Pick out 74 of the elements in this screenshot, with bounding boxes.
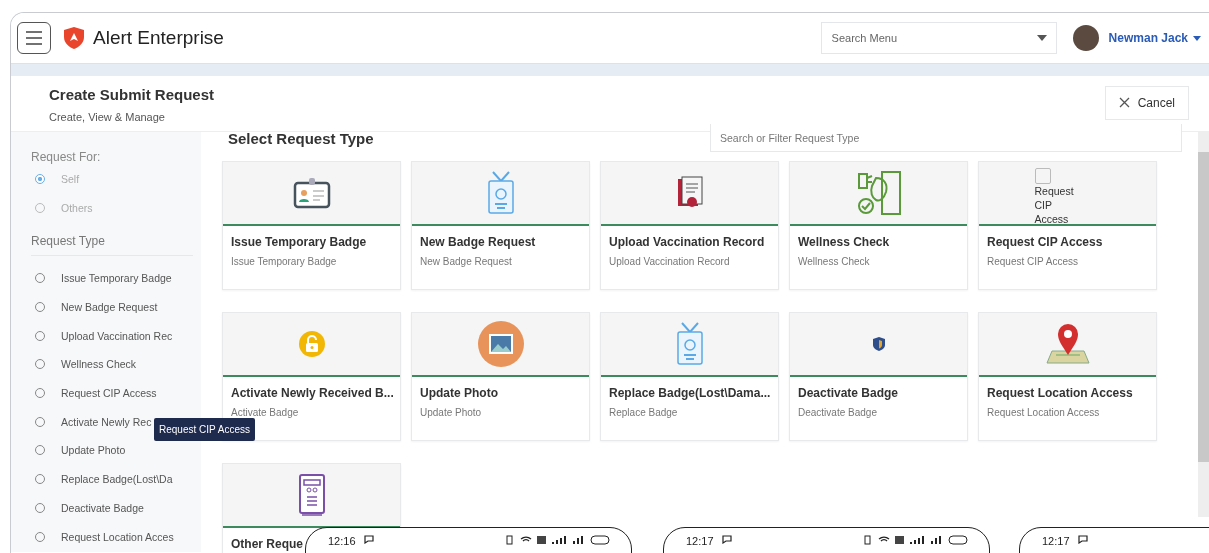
card-subtitle: Replace Badge [609,407,679,418]
radio-option[interactable]: Upload Vaccination Rec [31,321,201,351]
lock-icon [297,330,326,358]
request-type-card[interactable]: Update Photo Update Photo [411,312,590,441]
radio-option[interactable]: Wellness Check [31,350,201,379]
id-badge-icon [675,322,704,366]
id-badge-icon [486,171,515,215]
card-subtitle: Update Photo [420,407,483,418]
card-title: Deactivate Badge [798,386,899,400]
card-subtitle: Issue Temporary Badge [231,256,338,267]
request-type-card[interactable]: New Badge Request New Badge Request [411,161,590,290]
image-icon [477,321,524,367]
card-subtitle: Deactivate Badge [798,407,878,418]
request-type-card[interactable]: Wellness Check Wellness Check [789,161,968,290]
card-title: Wellness Check [798,235,890,249]
radio-option[interactable]: Request Location Acces [31,522,201,551]
card-subtitle: Wellness Check [798,256,871,267]
phone-time: 12:17 [686,535,714,547]
caret-icon [1193,35,1201,41]
menu-button[interactable] [17,22,51,54]
page-subtitle: Create, View & Manage [49,111,166,123]
image-alt-text: Request CIP Access [1034,184,1075,226]
request-type-card[interactable]: Replace Badge(Lost\Dama... Replace Badge [600,312,779,441]
section-title: Select Request Type [228,129,374,147]
shield-icon [871,336,886,352]
card-title: Other Reque [231,537,303,551]
card-title: Request Location Access [987,386,1133,400]
message-icon [1077,535,1088,544]
caret-icon [1036,35,1047,41]
app-name: Alert Enterprise [93,27,224,49]
cancel-button[interactable]: Cancel [1104,85,1189,120]
card-title: Update Photo [420,386,498,400]
card-subtitle: Upload Vaccination Record [609,256,731,267]
wellness-check-icon [855,170,902,216]
phone-time: 12:17 [1042,535,1070,547]
request-type-card[interactable]: Request CIP Access Request CIP Access Request CIP Access [978,161,1157,290]
request-type-card[interactable]: Request Location Access Request Location Access [978,312,1157,441]
message-icon [721,535,732,544]
card-subtitle: Request Location Access [987,407,1101,418]
section-label: Request Type [31,234,193,256]
request-type-card[interactable]: Upload Vaccination Record Upload Vaccination Record [600,161,779,290]
user-menu[interactable]: Newman Jack [1108,31,1201,45]
card-title: Issue Temporary Badge [231,235,367,249]
radio-option[interactable]: Request CIP Access [31,378,201,408]
shield-logo-icon [63,26,85,50]
radio-option[interactable]: Deactivate Badge [31,493,201,523]
request-type-card[interactable]: Deactivate Badge Deactivate Badge [789,312,968,441]
card-title: New Badge Request [420,235,536,249]
phone-time: 12:16 [328,535,356,547]
card-subtitle: New Badge Request [420,256,513,267]
filter-search-field[interactable]: Search or Filter Request Type [710,124,1182,152]
request-type-card[interactable]: Issue Temporary Badge Issue Temporary Badge [222,161,401,290]
menu-icon [25,31,43,45]
card-subtitle: Activate Badge [231,407,300,418]
message-icon [363,535,374,544]
card-title: Replace Badge(Lost\Dama... [609,386,771,400]
map-pin-icon [1045,323,1090,365]
search-menu-field[interactable]: Search Menu [820,22,1057,54]
radio-option[interactable]: New Badge Request [31,292,201,322]
tooltip: Request CIP Access [154,418,255,441]
scrollbar[interactable] [1198,132,1209,517]
card-subtitle: Request CIP Access [987,256,1079,267]
avatar [1072,25,1099,51]
radio-option[interactable]: Issue Temporary Badge [31,264,201,293]
id-card-icon [292,177,331,209]
server-icon [297,473,326,517]
card-title: Activate Newly Received B... [231,386,394,400]
broken-image-icon [1034,168,1051,184]
card-title: Upload Vaccination Record [609,235,765,249]
radio-option[interactable]: Replace Badge(Lost\Da [31,464,201,494]
close-icon [1118,97,1130,108]
section-label: Request For: [31,150,102,164]
page-title: Create Submit Request [49,86,215,103]
card-title: Request CIP Access [987,235,1103,249]
